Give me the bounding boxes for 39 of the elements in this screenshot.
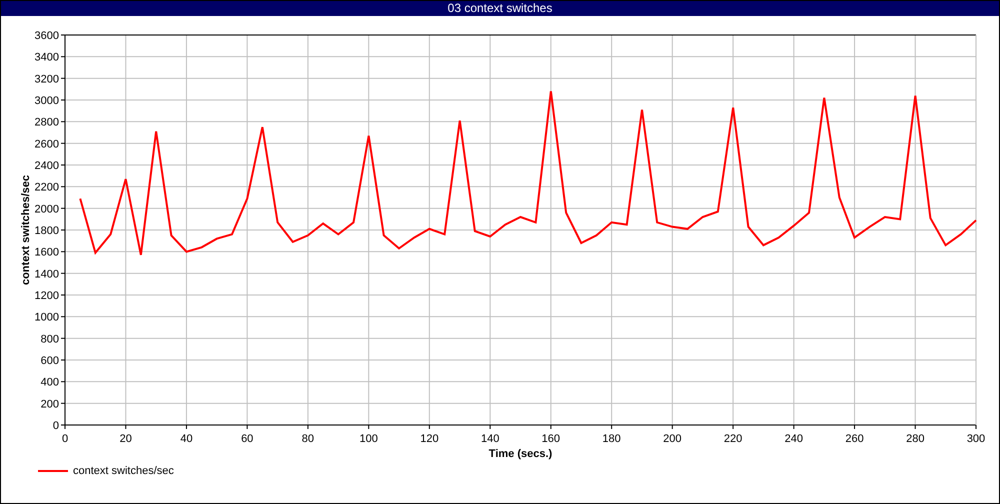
x-tick-label: 300 (966, 433, 986, 445)
x-tick-label: 60 (241, 433, 254, 445)
x-tick-label: 20 (120, 433, 132, 445)
y-tick-label: 1000 (34, 312, 59, 324)
y-tick-label: 2800 (34, 116, 59, 129)
window-title: 03 context switches (448, 1, 552, 16)
x-tick-label: 140 (480, 433, 500, 445)
y-tick-label: 1800 (34, 225, 59, 237)
y-tick-label: 1600 (34, 246, 59, 259)
x-tick-label: 0 (62, 433, 68, 445)
x-tick-label: 220 (724, 433, 742, 445)
y-tick-label: 400 (40, 376, 59, 389)
y-tick-label: 3000 (34, 95, 59, 107)
x-tick-label: 280 (906, 433, 924, 445)
y-tick-label: 2200 (34, 182, 59, 194)
y-tick-label: 2000 (34, 203, 59, 216)
y-tick-label: 3600 (34, 30, 59, 42)
x-tick-label: 180 (602, 433, 621, 445)
x-tick-label: 100 (359, 433, 378, 445)
y-tick-label: 2600 (34, 138, 59, 150)
x-tick-label: 80 (302, 433, 314, 445)
x-tick-label: 120 (420, 433, 439, 445)
y-axis-label: context switches/sec (20, 174, 32, 286)
y-tick-label: 1400 (34, 268, 59, 280)
y-tick-label: 1200 (34, 290, 59, 302)
y-tick-label: 200 (40, 398, 59, 410)
x-axis-label: Time (secs.) (488, 448, 552, 460)
x-tick-label: 40 (180, 433, 193, 445)
y-tick-label: 600 (40, 355, 59, 367)
y-tick-label: 3400 (34, 52, 59, 64)
x-tick-label: 200 (663, 433, 682, 445)
y-tick-label: 2400 (34, 160, 59, 172)
x-tick-label: 260 (845, 433, 864, 445)
legend-label: context switches/sec (73, 465, 174, 477)
x-tick-label: 160 (542, 433, 560, 445)
y-tick-label: 3200 (34, 73, 59, 86)
y-tick-label: 0 (52, 420, 59, 432)
x-tick-label: 240 (784, 433, 803, 445)
y-tick-label: 800 (40, 333, 59, 346)
